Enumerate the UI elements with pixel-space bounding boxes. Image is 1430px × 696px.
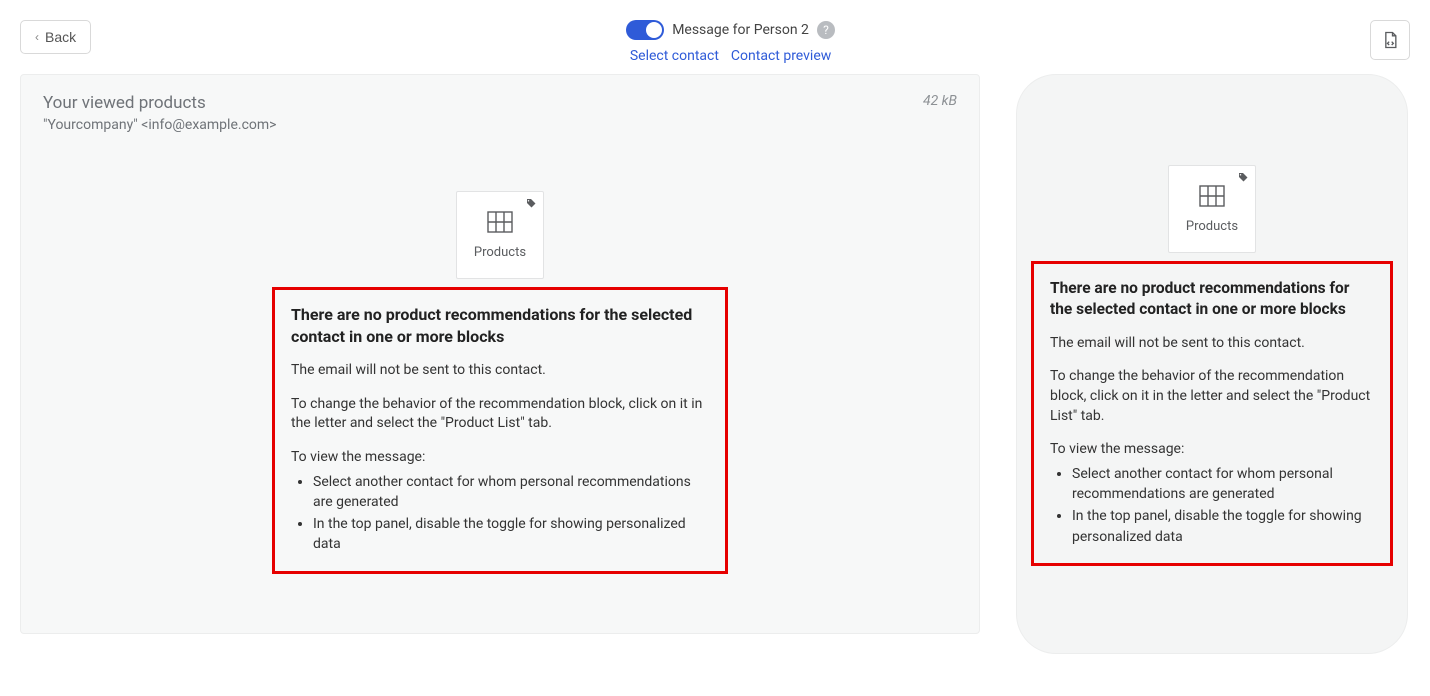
personalized-toggle[interactable]: [626, 20, 664, 40]
warning-list-item: Select another contact for whom personal…: [313, 472, 709, 513]
preview-subject: Your viewed products: [43, 93, 276, 113]
warning-list-item: In the top panel, disable the toggle for…: [1072, 506, 1374, 547]
code-file-icon: [1380, 30, 1400, 50]
topbar: ‹ Back Message for Person 2 ? Select con…: [0, 0, 1430, 74]
view-code-button[interactable]: [1370, 20, 1410, 60]
warning-line-2: To change the behavior of the recommenda…: [1050, 367, 1374, 426]
warning-title: There are no product recommendations for…: [1050, 278, 1374, 320]
warning-list-item: Select another contact for whom personal…: [1072, 464, 1374, 505]
links-row: Select contact Contact preview: [630, 48, 831, 64]
warning-list: Select another contact for whom personal…: [1050, 464, 1374, 547]
tag-icon: [1237, 172, 1249, 184]
mobile-preview-panel: Products There are no product recommenda…: [1016, 74, 1408, 654]
products-block-label: Products: [474, 245, 526, 260]
contact-preview-link[interactable]: Contact preview: [731, 48, 831, 64]
toggle-label: Message for Person 2: [672, 22, 809, 38]
content-area: Your viewed products "Yourcompany" <info…: [0, 74, 1430, 654]
preview-size: 42 kB: [923, 93, 957, 109]
preview-from: "Yourcompany" <info@example.com>: [43, 117, 276, 133]
chevron-left-icon: ‹: [35, 30, 39, 44]
topbar-center: Message for Person 2 ? Select contact Co…: [626, 20, 835, 64]
warning-title: There are no product recommendations for…: [291, 304, 709, 347]
warning-line-2: To change the behavior of the recommenda…: [291, 395, 709, 434]
warning-box-desktop: There are no product recommendations for…: [272, 287, 728, 574]
preview-header: Your viewed products "Yourcompany" <info…: [43, 93, 957, 133]
back-button[interactable]: ‹ Back: [20, 20, 91, 54]
products-block[interactable]: Products: [1168, 165, 1256, 253]
warning-line-1: The email will not be sent to this conta…: [1050, 334, 1374, 354]
toggle-row: Message for Person 2 ?: [626, 20, 835, 40]
help-icon[interactable]: ?: [817, 21, 835, 39]
products-grid-icon: [487, 211, 513, 233]
back-label: Back: [45, 29, 76, 45]
tag-icon: [525, 198, 537, 210]
products-block-label: Products: [1186, 219, 1238, 234]
warning-line-3: To view the message:: [291, 448, 709, 468]
products-block[interactable]: Products: [456, 191, 544, 279]
warning-line-3: To view the message:: [1050, 440, 1374, 460]
warning-box-mobile: There are no product recommendations for…: [1031, 261, 1393, 566]
desktop-preview-panel: Your viewed products "Yourcompany" <info…: [20, 74, 980, 634]
warning-list-item: In the top panel, disable the toggle for…: [313, 514, 709, 555]
products-grid-icon: [1199, 185, 1225, 207]
warning-line-1: The email will not be sent to this conta…: [291, 361, 709, 381]
warning-list: Select another contact for whom personal…: [291, 472, 709, 555]
select-contact-link[interactable]: Select contact: [630, 48, 719, 64]
